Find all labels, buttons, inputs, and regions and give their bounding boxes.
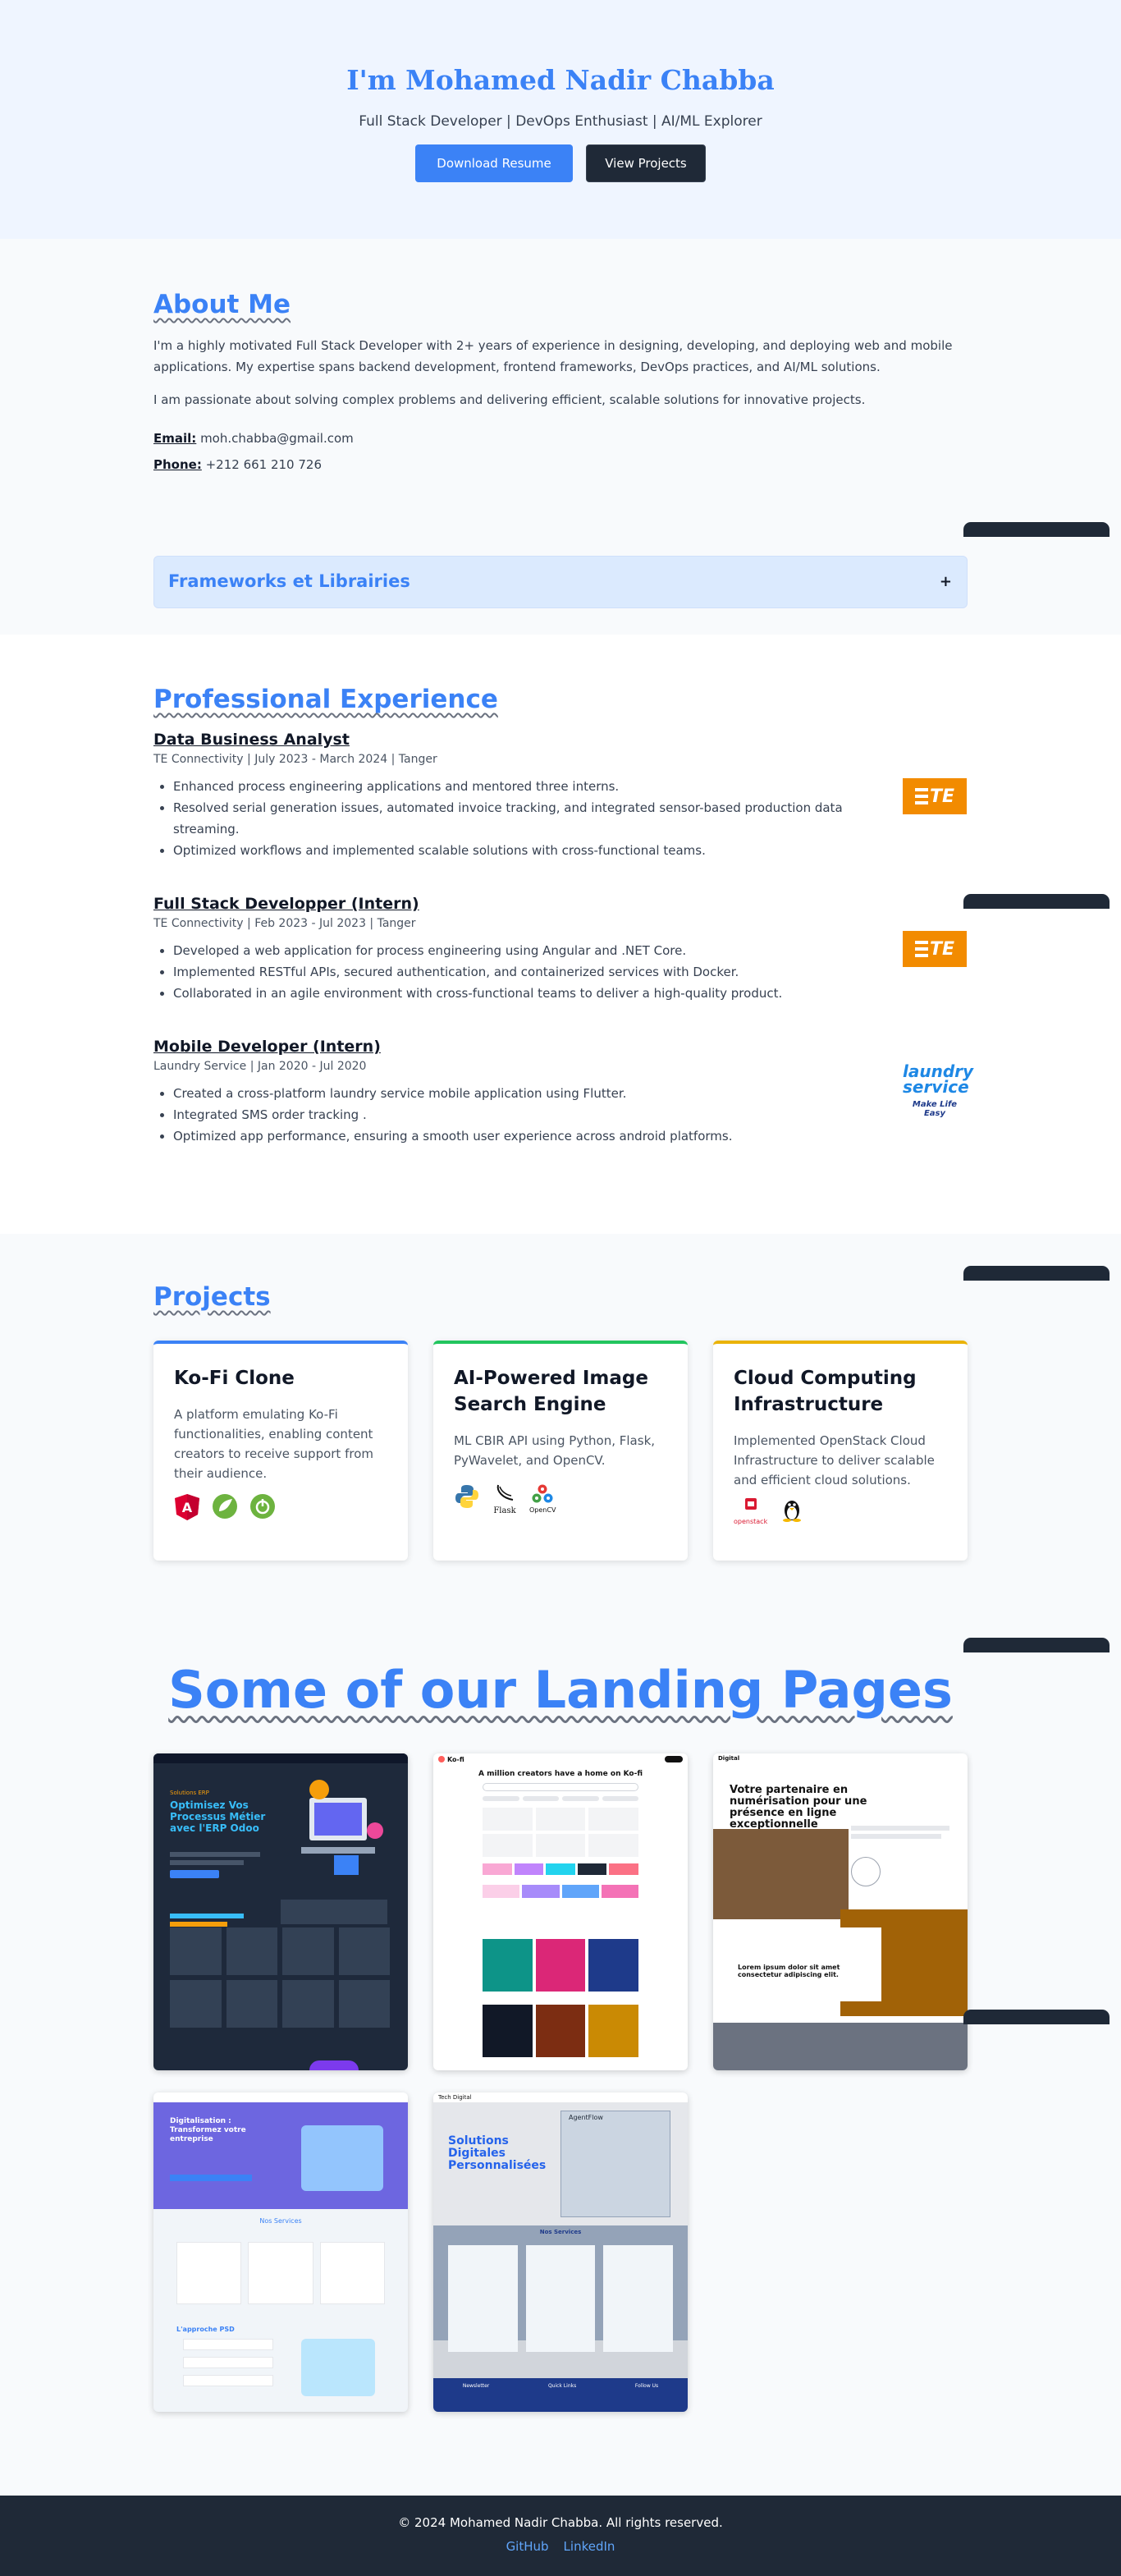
hero-section: I'm Mohamed Nadir Chabba Full Stack Deve… bbox=[0, 0, 1121, 239]
job-bullets: Created a cross-platform laundry service… bbox=[153, 1083, 876, 1147]
te-connectivity-logo: TE bbox=[903, 931, 967, 967]
job-meta: Laundry Service | Jan 2020 - Jul 2020 bbox=[153, 1060, 367, 1073]
job-bullet: Implemented RESTful APIs, secured authen… bbox=[173, 961, 876, 983]
projects-title: Projects bbox=[153, 1282, 271, 1312]
job-bullets: Enhanced process engineering application… bbox=[153, 776, 876, 861]
te-connectivity-logo: TE bbox=[903, 778, 967, 814]
project-description: ML CBIR API using Python, Flask, PyWavel… bbox=[454, 1433, 656, 1468]
job-bullet: Enhanced process engineering application… bbox=[173, 776, 876, 797]
job-bullet: Optimized app performance, ensuring a sm… bbox=[173, 1125, 876, 1147]
landing-pages-title: Some of our Landing Pages bbox=[168, 1660, 953, 1720]
laundry-service-logo: laundry service Make Life Easy bbox=[903, 1061, 974, 1118]
svg-text:A: A bbox=[182, 1500, 193, 1515]
project-description: Implemented OpenStack Cloud Infrastructu… bbox=[734, 1433, 935, 1487]
floating-toolbar[interactable] bbox=[963, 1266, 1110, 1281]
job-title: Data Business Analyst bbox=[153, 731, 350, 749]
footer-links: GitHub LinkedIn bbox=[0, 2539, 1121, 2554]
floating-toolbar[interactable] bbox=[963, 1638, 1110, 1652]
email-value[interactable]: moh.chabba@gmail.com bbox=[200, 431, 354, 446]
hero-subtitle: Full Stack Developer | DevOps Enthusiast… bbox=[359, 113, 762, 130]
job-title: Full Stack Developper (Intern) bbox=[153, 895, 419, 913]
hero-title: I'm Mohamed Nadir Chabba bbox=[346, 64, 775, 96]
spring-boot-icon bbox=[249, 1493, 276, 1524]
project-title: Ko-Fi Clone bbox=[174, 1368, 295, 1389]
openstack-icon: openstack bbox=[734, 1497, 767, 1526]
github-link[interactable]: GitHub bbox=[506, 2539, 549, 2554]
about-title: About Me bbox=[153, 290, 291, 319]
tech-icons: openstack bbox=[734, 1497, 805, 1526]
project-card-kofi[interactable]: Ko-Fi Clone A platform emulating Ko-Fi f… bbox=[153, 1341, 408, 1561]
flask-icon: Flask bbox=[492, 1483, 518, 1515]
floating-toolbar[interactable] bbox=[963, 2010, 1110, 2024]
contact-phone: Phone: +212 661 210 726 bbox=[153, 457, 322, 472]
about-paragraph-2: I am passionate about solving complex pr… bbox=[153, 392, 866, 407]
linux-icon bbox=[779, 1497, 805, 1526]
landing-thumb-digital-agency[interactable]: Digital Votre partenaire en numérisation… bbox=[713, 1753, 968, 2070]
python-icon bbox=[454, 1483, 480, 1515]
about-paragraph-1: I'm a highly motivated Full Stack Develo… bbox=[153, 338, 953, 374]
job-bullet: Developed a web application for process … bbox=[173, 940, 876, 961]
job-bullet: Resolved serial generation issues, autom… bbox=[173, 797, 876, 840]
landing-thumb-tech-digital[interactable]: Tech Digital Solutions Digitales Personn… bbox=[433, 2092, 688, 2412]
phone-label: Phone: bbox=[153, 457, 202, 472]
tech-icons: Flask OpenCV bbox=[454, 1483, 556, 1515]
accordion-label: Frameworks et Librairies bbox=[168, 571, 410, 591]
floating-toolbar[interactable] bbox=[963, 894, 1110, 909]
project-card-cloud[interactable]: Cloud Computing Infrastructure Implement… bbox=[713, 1341, 968, 1561]
job-bullet: Integrated SMS order tracking . bbox=[173, 1104, 876, 1125]
tech-icons: A bbox=[174, 1493, 276, 1524]
copyright-text: © 2024 Mohamed Nadir Chabba. All rights … bbox=[398, 2515, 723, 2530]
job-meta: TE Connectivity | July 2023 - March 2024… bbox=[153, 753, 437, 766]
floating-toolbar[interactable] bbox=[963, 522, 1110, 537]
job-meta: TE Connectivity | Feb 2023 - Jul 2023 | … bbox=[153, 917, 416, 930]
job-bullet: Created a cross-platform laundry service… bbox=[173, 1083, 876, 1104]
frameworks-accordion[interactable]: Frameworks et Librairies + bbox=[153, 556, 968, 608]
project-card-image-search[interactable]: AI-Powered Image Search Engine ML CBIR A… bbox=[433, 1341, 688, 1561]
contact-email: Email: moh.chabba@gmail.com bbox=[153, 431, 354, 446]
landing-thumb-erp-odoo[interactable]: Solutions ERP Optimisez Vos Processus Mé… bbox=[153, 1753, 408, 2070]
job-bullet: Collaborated in an agile environment wit… bbox=[173, 983, 876, 1004]
experience-title: Professional Experience bbox=[153, 685, 498, 714]
opencv-icon: OpenCV bbox=[529, 1483, 556, 1515]
email-label: Email: bbox=[153, 431, 197, 446]
landing-thumb-digitalisation[interactable]: Digitalisation : Transformez votre entre… bbox=[153, 2092, 408, 2412]
linkedin-link[interactable]: LinkedIn bbox=[564, 2539, 615, 2554]
job-bullets: Developed a web application for process … bbox=[153, 940, 876, 1004]
job-bullet: Optimized workflows and implemented scal… bbox=[173, 840, 876, 861]
project-title: Cloud Computing Infrastructure bbox=[734, 1368, 917, 1415]
spring-icon bbox=[212, 1493, 238, 1524]
project-title: AI-Powered Image Search Engine bbox=[454, 1368, 648, 1415]
hero-buttons: Download Resume View Projects bbox=[0, 144, 1121, 182]
footer: © 2024 Mohamed Nadir Chabba. All rights … bbox=[0, 2496, 1121, 2576]
phone-value[interactable]: +212 661 210 726 bbox=[206, 457, 322, 472]
plus-icon[interactable]: + bbox=[940, 573, 952, 590]
job-title: Mobile Developer (Intern) bbox=[153, 1038, 381, 1056]
download-resume-button[interactable]: Download Resume bbox=[415, 144, 573, 182]
angular-icon: A bbox=[174, 1493, 200, 1524]
project-description: A platform emulating Ko-Fi functionaliti… bbox=[174, 1407, 373, 1481]
view-projects-button[interactable]: View Projects bbox=[586, 144, 706, 182]
landing-thumb-kofi[interactable]: Ko-fi A million creators have a home on … bbox=[433, 1753, 688, 2070]
